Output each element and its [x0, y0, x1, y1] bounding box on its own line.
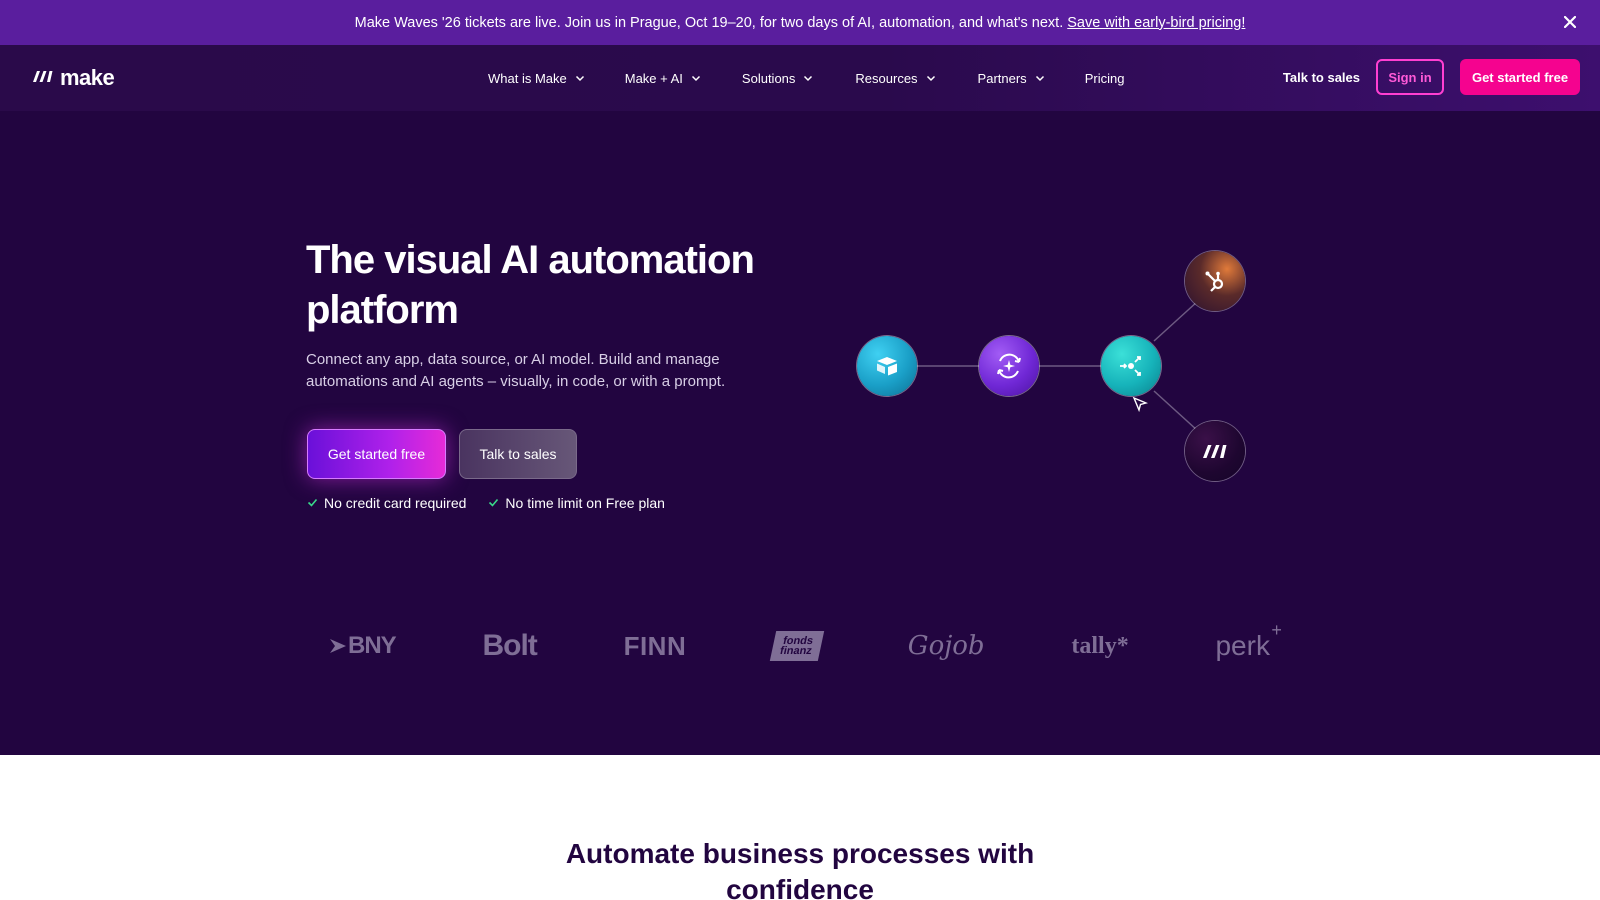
chevron-down-icon: [926, 71, 936, 86]
sign-in-button[interactable]: Sign in: [1376, 59, 1444, 95]
main-menu: What is Make Make + AI Solutions Resourc…: [488, 45, 1124, 111]
customer-logos: BNY Bolt FINN fonds finanz Gojob tally* …: [330, 620, 1282, 671]
logo-fonds-finanz: fonds finanz: [769, 631, 825, 661]
chevron-down-icon: [803, 71, 813, 86]
nav-actions: Talk to sales Sign in Get started free: [1283, 59, 1580, 95]
chevron-down-icon: [1035, 71, 1045, 86]
hero-talk-to-sales-button[interactable]: Talk to sales: [459, 429, 577, 479]
nav-item-make-ai[interactable]: Make + AI: [625, 71, 701, 86]
ai-agent-icon[interactable]: [979, 336, 1039, 396]
make-icon[interactable]: [1185, 421, 1245, 481]
checkmark-icon: [488, 495, 499, 511]
section-title: Automate business processes with confide…: [565, 838, 1035, 900]
automation-diagram: [830, 241, 1270, 511]
hero-subtitle: Connect any app, data source, or AI mode…: [306, 351, 726, 390]
announcement-banner: Make Waves '26 tickets are live. Join us…: [0, 0, 1600, 45]
check-label: No time limit on Free plan: [505, 495, 665, 511]
nav-item-pricing[interactable]: Pricing: [1085, 71, 1125, 86]
check-item: No time limit on Free plan: [488, 495, 665, 511]
close-icon[interactable]: [1560, 12, 1580, 32]
logo-wordmark: make: [60, 65, 115, 90]
early-bird-link[interactable]: Save with early-bird pricing!: [1067, 15, 1245, 31]
logo-finn: FINN: [623, 630, 687, 661]
logo-gojob: Gojob: [907, 631, 985, 661]
chevron-down-icon: [575, 71, 585, 86]
make-logo-icon: [32, 69, 54, 88]
hubspot-icon[interactable]: [1185, 251, 1245, 311]
nav-item-resources[interactable]: Resources: [855, 71, 935, 86]
router-icon[interactable]: [1101, 336, 1161, 396]
logo-bolt: Bolt: [482, 629, 537, 662]
nav-item-solutions[interactable]: Solutions: [742, 71, 813, 86]
nav-item-label: What is Make: [488, 70, 567, 86]
check-item: No credit card required: [307, 495, 466, 511]
hero-section: The visual AI automation platform Connec…: [0, 111, 1600, 755]
hero-title: The visual AI automation platform: [306, 238, 755, 332]
nav-item-label: Resources: [855, 70, 918, 86]
get-started-button[interactable]: Get started free: [1460, 59, 1580, 95]
talk-to-sales-link[interactable]: Talk to sales: [1283, 70, 1360, 85]
nav-item-label: Partners: [977, 70, 1027, 86]
logo-bny: BNY: [330, 632, 397, 660]
nav-item-label: Solutions: [741, 70, 796, 86]
cursor-icon: [1132, 396, 1148, 412]
nav-item-label: Make + AI: [624, 70, 683, 86]
airtable-icon[interactable]: [857, 336, 917, 396]
top-navbar: make What is Make Make + AI Solutions Re…: [0, 45, 1600, 111]
nav-item-partners[interactable]: Partners: [978, 71, 1045, 86]
chevron-down-icon: [691, 71, 701, 86]
hero-checks: No credit card required No time limit on…: [307, 495, 665, 511]
hero-get-started-button[interactable]: Get started free: [307, 429, 446, 479]
check-label: No credit card required: [324, 495, 467, 511]
checkmark-icon: [307, 495, 318, 511]
nav-item-label: Pricing: [1084, 70, 1125, 86]
banner-text: Make Waves '26 tickets are live. Join us…: [354, 14, 1064, 31]
logo-tally: tally*: [1071, 632, 1129, 659]
logo-perk: perk +: [1215, 620, 1282, 661]
nav-item-what-is-make[interactable]: What is Make: [488, 71, 585, 86]
make-logo[interactable]: make: [32, 65, 115, 91]
